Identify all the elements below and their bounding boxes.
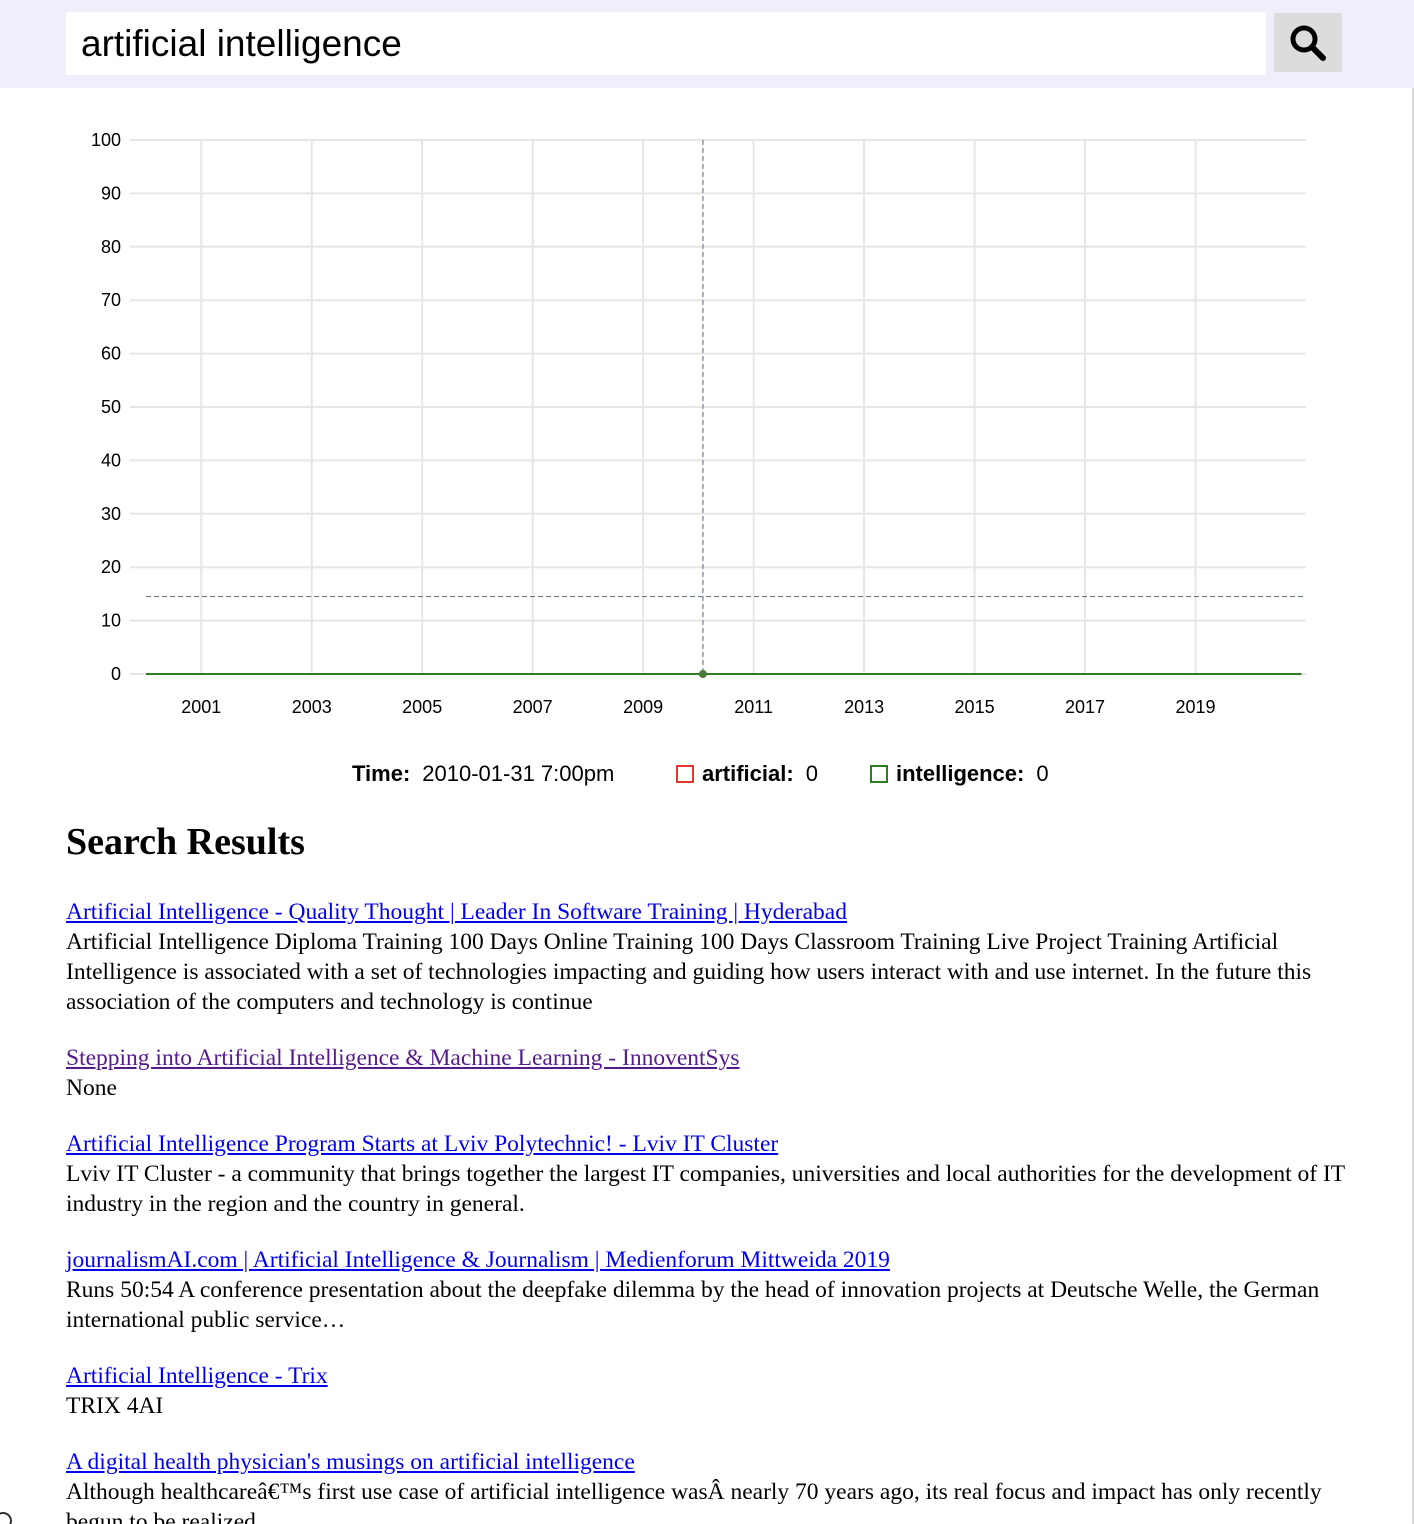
y-tick-label: 80 xyxy=(101,237,121,257)
legend-time-label: Time: xyxy=(352,761,411,786)
result-snippet: Lviv IT Cluster - a community that bring… xyxy=(66,1161,1345,1217)
x-tick-label: 2013 xyxy=(844,697,884,717)
y-tick-label: 20 xyxy=(101,557,121,577)
results-heading: Search Results xyxy=(66,821,305,863)
trend-chart[interactable]: 10090807060504030201002001 2003 2005 2007 20… xyxy=(0,100,1414,740)
y-tick-label: 90 xyxy=(101,183,121,203)
x-tick-label: 2017 xyxy=(1065,697,1105,717)
search-icon xyxy=(1290,25,1326,61)
result-link[interactable]: Stepping into Artificial Intelligence & … xyxy=(66,1045,740,1071)
results-list: Artificial Intelligence - Quality Though… xyxy=(66,897,1356,1524)
y-tick-label: 60 xyxy=(101,344,121,364)
y-tick-label: 10 xyxy=(101,611,121,631)
result-snippet: Runs 50:54 A conference presentation abo… xyxy=(66,1277,1320,1333)
result-snippet: Although healthcareâ€™s first use case o… xyxy=(66,1479,1322,1524)
legend-item-intelligence: intelligence: 0 xyxy=(870,756,1049,792)
result-snippet: None xyxy=(66,1075,117,1101)
window-corner xyxy=(0,1512,12,1524)
legend-label-intelligence: intelligence: xyxy=(896,761,1025,786)
y-tick-label: 70 xyxy=(101,290,121,310)
x-tick-label: 2007 xyxy=(513,697,553,717)
x-tick-label: 2003 xyxy=(292,697,332,717)
y-tick-label: 0 xyxy=(111,664,121,684)
legend-label-artificial: artificial: xyxy=(702,761,794,786)
result-snippet: Artificial Intelligence Diploma Training… xyxy=(66,929,1312,1015)
crosshair-point xyxy=(698,670,707,678)
legend-swatch-artificial xyxy=(676,765,694,783)
x-tick-label: 2015 xyxy=(955,697,995,717)
result-link[interactable]: A digital health physician's musings on … xyxy=(66,1449,635,1475)
result-item: Stepping into Artificial Intelligence & … xyxy=(66,1043,1356,1103)
result-link[interactable]: Artificial Intelligence - Quality Though… xyxy=(66,899,847,925)
legend-time-value: 2010-01-31 7:00pm xyxy=(422,761,615,786)
result-link[interactable]: Artificial Intelligence - Trix xyxy=(66,1363,328,1389)
result-item: Artificial Intelligence - Trix TRIX 4AI xyxy=(66,1361,1356,1421)
result-item: Artificial Intelligence Program Starts a… xyxy=(66,1129,1356,1219)
x-tick-label: 2005 xyxy=(402,697,442,717)
x-tick-label: 2019 xyxy=(1176,697,1216,717)
x-tick-label: 2011 xyxy=(734,697,773,717)
y-tick-label: 50 xyxy=(101,397,121,417)
result-item: A digital health physician's musings on … xyxy=(66,1447,1356,1524)
search-input[interactable] xyxy=(66,12,1266,75)
legend-time: Time: 2010-01-31 7:00pm xyxy=(352,756,614,792)
result-link[interactable]: journalismAI.com | Artificial Intelligen… xyxy=(66,1247,890,1273)
result-link[interactable]: Artificial Intelligence Program Starts a… xyxy=(66,1131,778,1157)
x-tick-label: 2009 xyxy=(623,697,663,717)
legend-item-artificial: artificial: 0 xyxy=(676,756,818,792)
legend-value-intelligence: 0 xyxy=(1036,761,1049,786)
legend-value-artificial: 0 xyxy=(805,761,818,786)
y-tick-label: 100 xyxy=(91,130,121,150)
result-snippet: TRIX 4AI xyxy=(66,1393,164,1419)
y-tick-label: 30 xyxy=(101,504,121,524)
result-item: Artificial Intelligence - Quality Though… xyxy=(66,897,1356,1017)
legend-swatch-intelligence xyxy=(870,765,888,783)
y-tick-label: 40 xyxy=(101,450,121,470)
x-tick-label: 2001 xyxy=(181,697,221,717)
chart-legend: Time: 2010-01-31 7:00pm artificial: 0 in… xyxy=(0,756,1414,796)
result-item: journalismAI.com | Artificial Intelligen… xyxy=(66,1245,1356,1335)
search-button[interactable] xyxy=(1274,13,1342,72)
